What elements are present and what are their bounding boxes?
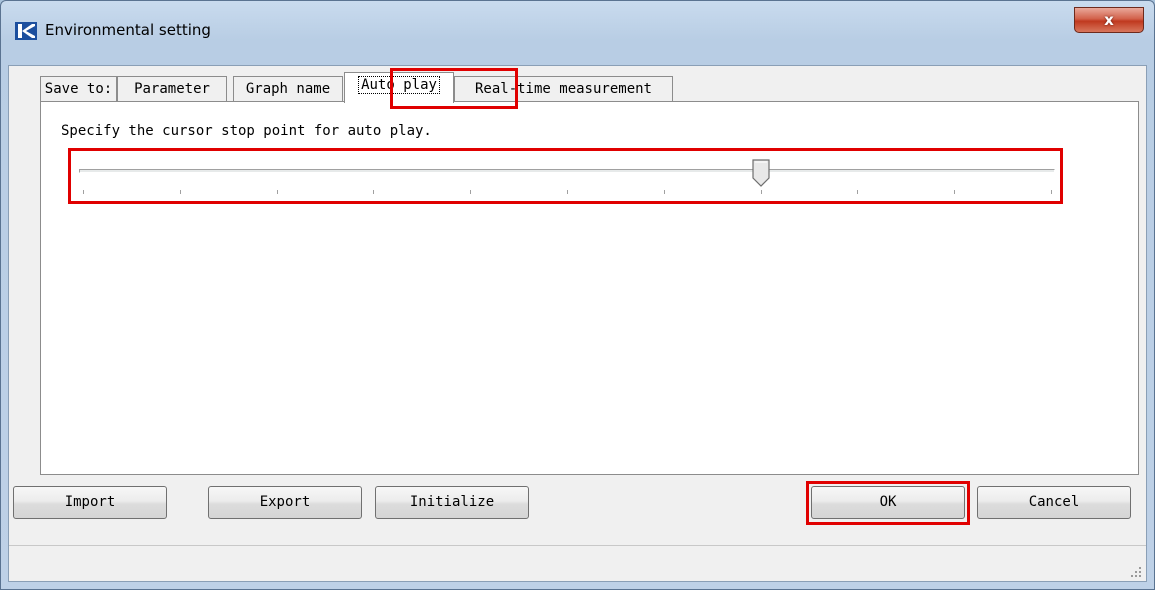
environmental-setting-window: Environmental setting x Save to: Paramet… bbox=[0, 0, 1155, 590]
cursor-stop-slider[interactable] bbox=[79, 157, 1055, 197]
tab-parameter[interactable]: Parameter bbox=[117, 76, 227, 102]
initialize-button[interactable]: Initialize bbox=[375, 486, 529, 519]
slider-tick bbox=[567, 190, 568, 194]
slider-track bbox=[79, 169, 1055, 173]
export-button[interactable]: Export bbox=[208, 486, 362, 519]
tab-real-time-measurement[interactable]: Real-time measurement bbox=[454, 76, 673, 102]
cancel-button[interactable]: Cancel bbox=[977, 486, 1131, 519]
resize-grip-icon[interactable] bbox=[1130, 566, 1142, 578]
slider-tick bbox=[179, 190, 181, 194]
close-button[interactable]: x bbox=[1074, 7, 1144, 33]
tab-auto-play[interactable]: Auto play bbox=[344, 72, 454, 103]
slider-tick bbox=[760, 190, 762, 194]
window-title: Environmental setting bbox=[45, 21, 211, 39]
slider-tick bbox=[1051, 190, 1052, 194]
slider-tick bbox=[276, 190, 278, 194]
title-bar[interactable]: Environmental setting x bbox=[1, 1, 1154, 49]
slider-tick bbox=[83, 190, 84, 194]
import-button[interactable]: Import bbox=[13, 486, 167, 519]
slider-tick bbox=[663, 190, 665, 194]
tab-save-to[interactable]: Save to: bbox=[40, 76, 117, 102]
slider-thumb-icon[interactable] bbox=[751, 159, 770, 187]
slider-tick bbox=[857, 190, 859, 194]
status-bar bbox=[9, 545, 1146, 581]
auto-play-panel: Specify the cursor stop point for auto p… bbox=[40, 101, 1139, 475]
ok-button[interactable]: OK bbox=[811, 486, 965, 519]
slider-tick bbox=[954, 190, 956, 194]
slider-tick bbox=[373, 190, 375, 194]
tab-graph-name[interactable]: Graph name bbox=[233, 76, 343, 102]
app-logo-icon bbox=[15, 22, 37, 40]
instruction-text: Specify the cursor stop point for auto p… bbox=[61, 123, 432, 139]
slider-tick bbox=[470, 190, 472, 194]
close-icon: x bbox=[1104, 11, 1114, 29]
dialog-client-area: Save to: Parameter Graph name Auto play … bbox=[8, 65, 1147, 582]
